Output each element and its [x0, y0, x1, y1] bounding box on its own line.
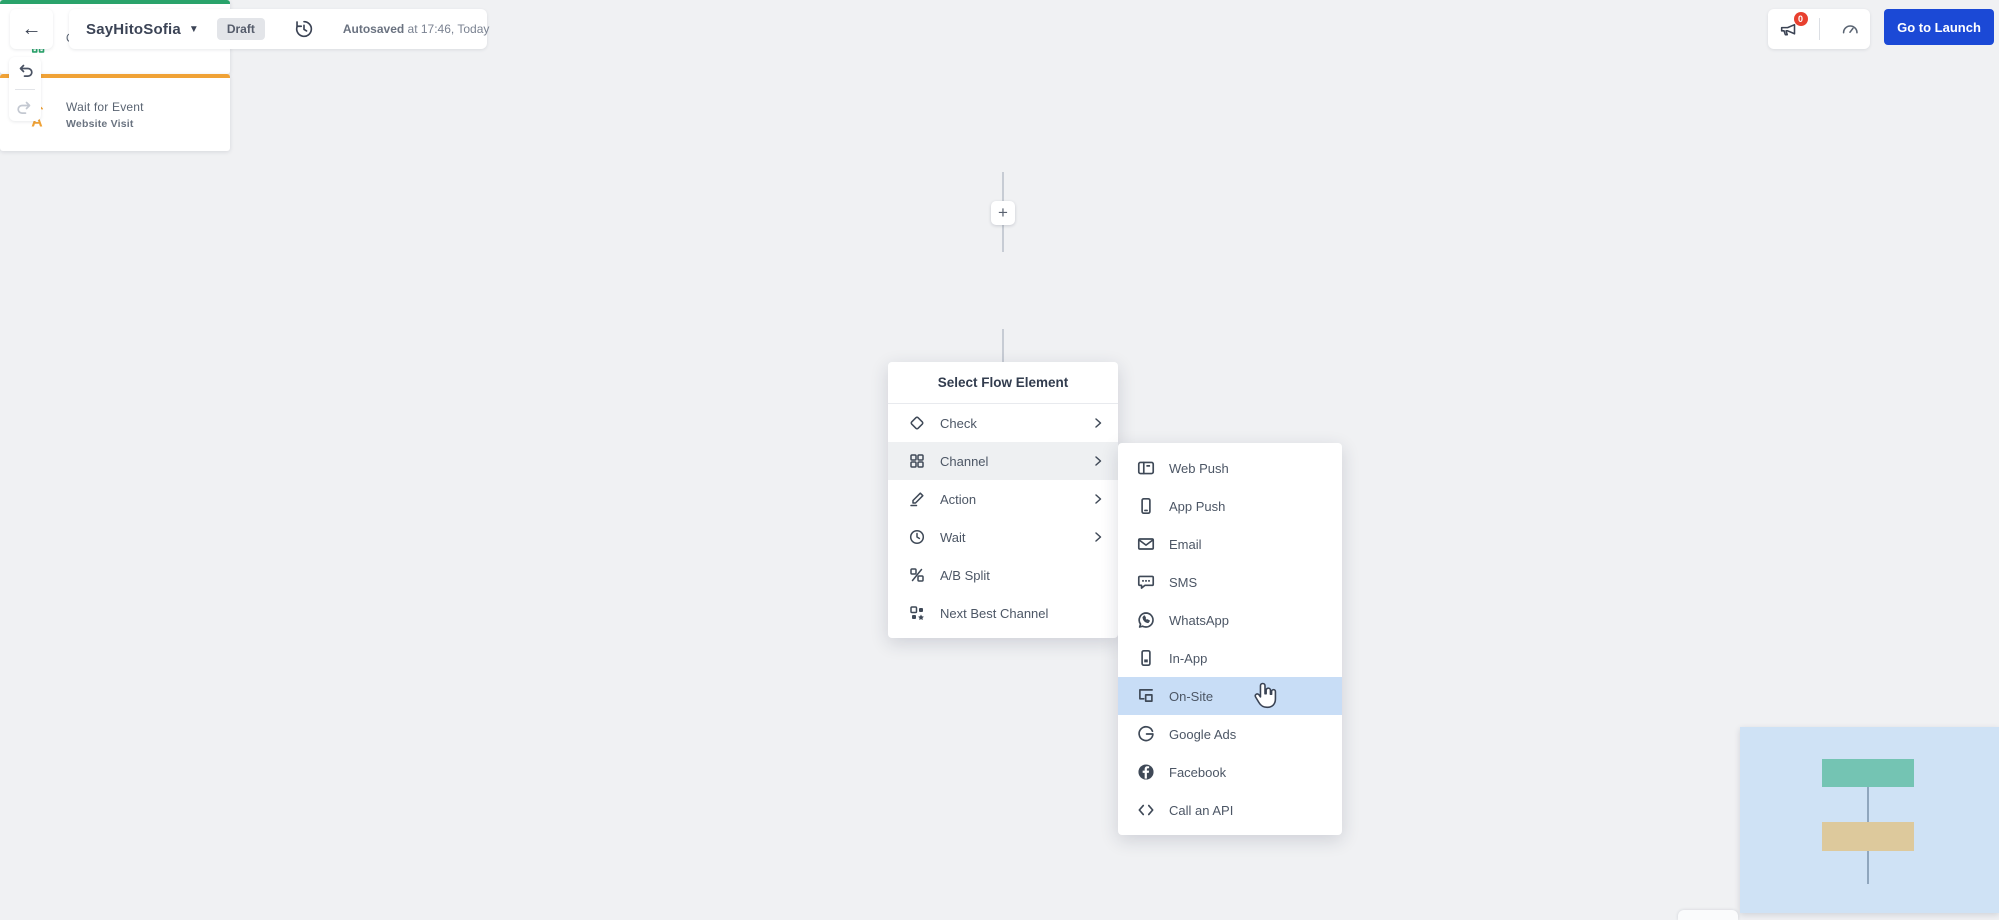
submenu-item-label: Call an API	[1169, 802, 1234, 818]
go-to-launch-button[interactable]: Go to Launch	[1884, 9, 1994, 45]
next-best-channel-icon	[910, 606, 924, 620]
minimap[interactable]	[1740, 727, 1999, 913]
channel-grid-icon	[910, 454, 924, 468]
code-brackets-icon	[1138, 804, 1154, 816]
notifications-button[interactable]: 0	[1778, 12, 1808, 40]
flow-title-card: SayHitoSofia ▼ Draft Autosaved at 17:46,…	[69, 9, 490, 49]
check-diamond-icon	[910, 416, 924, 430]
menu-title: Select Flow Element	[888, 362, 1118, 404]
whatsapp-icon	[1138, 612, 1154, 628]
menu-item-label: Check	[940, 415, 977, 431]
menu-item-label: A/B Split	[940, 567, 990, 583]
autosave-label: Autosaved	[342, 22, 405, 36]
redo-button[interactable]	[16, 99, 34, 117]
menu-item-label: Next Best Channel	[940, 605, 1049, 621]
menu-item-wait[interactable]: Wait	[888, 518, 1118, 556]
menu-item-label: Action	[940, 491, 977, 507]
back-arrow-icon: ←	[21, 17, 42, 40]
channel-submenu: Web Push App Push Email SMS WhatsApp In-…	[1118, 443, 1342, 835]
status-badge: Draft	[216, 18, 265, 40]
sms-icon	[1137, 575, 1155, 589]
menu-item-action[interactable]: Action	[888, 480, 1118, 518]
submenu-item-label: Facebook	[1169, 764, 1227, 780]
submenu-item-label: App Push	[1169, 498, 1226, 514]
undo-button[interactable]	[16, 62, 34, 80]
app-push-icon	[1141, 497, 1151, 515]
redo-icon	[17, 101, 31, 114]
submenu-item-label: Web Push	[1169, 460, 1229, 476]
submenu-item-label: On-Site	[1169, 688, 1214, 704]
menu-item-label: Wait	[940, 529, 966, 545]
submenu-item-label: WhatsApp	[1169, 612, 1229, 628]
back-button[interactable]: ←	[10, 9, 53, 49]
undo-icon	[19, 64, 33, 77]
undo-redo-toolbar	[9, 57, 41, 121]
google-ads-icon	[1138, 725, 1154, 742]
submenu-item-facebook[interactable]: Facebook	[1118, 753, 1342, 791]
chevron-right-icon	[1095, 532, 1102, 542]
submenu-item-in-app[interactable]: In-App	[1118, 639, 1342, 677]
submenu-item-label: Email	[1169, 536, 1202, 552]
zoom-control-partial[interactable]	[1678, 910, 1738, 920]
autosave-status: Autosaved at 17:46, Today	[343, 22, 490, 36]
submenu-item-email[interactable]: Email	[1118, 525, 1342, 563]
chevron-right-icon	[1095, 494, 1102, 504]
menu-item-label: Channel	[940, 453, 989, 469]
web-push-icon	[1137, 461, 1155, 475]
chevron-right-icon	[1095, 456, 1102, 466]
submenu-item-web-push[interactable]: Web Push	[1118, 449, 1342, 487]
submenu-item-app-push[interactable]: App Push	[1118, 487, 1342, 525]
topbar-tools-card: 0	[1768, 9, 1870, 49]
flow-name-label[interactable]: SayHitoSofia	[86, 21, 181, 38]
performance-button[interactable]	[1839, 18, 1861, 40]
submenu-item-call-an-api[interactable]: Call an API	[1118, 791, 1342, 829]
divider	[15, 88, 35, 90]
menu-item-ab-split[interactable]: A/B Split	[888, 556, 1118, 594]
chevron-right-icon	[1095, 418, 1102, 428]
menu-item-check[interactable]: Check	[888, 404, 1118, 442]
flow-element-menu: Select Flow Element Check Channel Action	[888, 362, 1118, 638]
chevron-down-icon[interactable]: ▼	[189, 24, 199, 35]
connector-line	[1002, 329, 1004, 362]
minimap-node-teal	[1822, 759, 1914, 787]
divider	[1818, 18, 1820, 40]
menu-item-channel[interactable]: Channel	[888, 442, 1118, 480]
submenu-item-label: Google Ads	[1169, 726, 1237, 742]
submenu-item-label: SMS	[1169, 574, 1198, 590]
node-title: Wait for Event	[66, 99, 144, 114]
submenu-item-google-ads[interactable]: Google Ads	[1118, 715, 1342, 753]
version-history-button[interactable]	[293, 18, 315, 40]
submenu-item-whatsapp[interactable]: WhatsApp	[1118, 601, 1342, 639]
submenu-item-on-site[interactable]: On-Site	[1118, 677, 1342, 715]
submenu-item-sms[interactable]: SMS	[1118, 563, 1342, 601]
gauge-icon	[1842, 25, 1858, 34]
notification-badge: 0	[1793, 12, 1808, 26]
in-app-icon	[1141, 649, 1151, 667]
autosave-detail: at 17:46, Today	[404, 22, 490, 36]
node-subtitle: Website Visit	[66, 117, 134, 130]
facebook-icon	[1138, 764, 1154, 780]
wait-clock-icon	[909, 529, 925, 545]
menu-item-next-best-channel[interactable]: Next Best Channel	[888, 594, 1118, 632]
history-icon	[295, 20, 312, 38]
plus-icon: +	[998, 203, 1008, 222]
action-pencil-icon	[910, 492, 924, 507]
add-node-button[interactable]: +	[991, 201, 1015, 225]
minimap-node-tan	[1822, 822, 1914, 851]
email-icon	[1137, 538, 1155, 550]
submenu-item-label: In-App	[1169, 650, 1208, 666]
ab-split-icon	[910, 568, 924, 582]
on-site-icon	[1139, 689, 1153, 702]
